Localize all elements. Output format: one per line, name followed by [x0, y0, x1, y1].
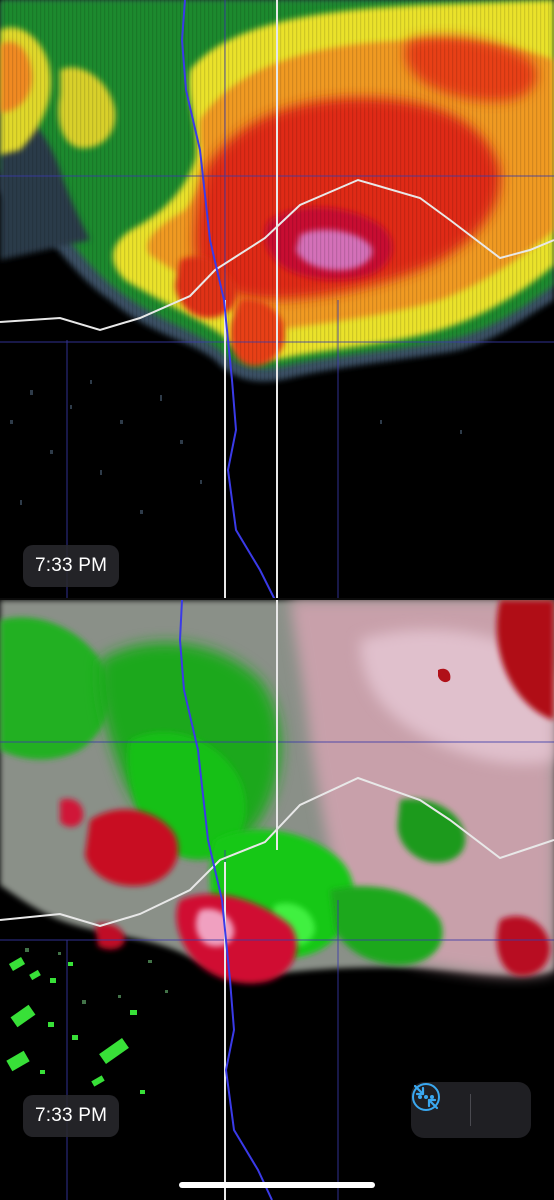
velocity-radar-panel[interactable]: 7:33 PM: [0, 600, 554, 1200]
reflectivity-timestamp-badge: 7:33 PM: [23, 545, 120, 587]
collapse-panels-button[interactable]: [413, 1082, 530, 1138]
reflectivity-radar-panel[interactable]: 7:33 PM: [0, 0, 554, 600]
reflectivity-radar-image: [0, 0, 554, 600]
radar-app-screen: 7:33 PM 7:33 PM: [0, 0, 554, 1200]
velocity-timestamp-badge: 7:33 PM: [23, 1095, 120, 1137]
map-controls-group: [411, 1082, 531, 1138]
arrows-collapse-icon: [413, 1084, 439, 1110]
home-indicator[interactable]: [179, 1182, 375, 1188]
